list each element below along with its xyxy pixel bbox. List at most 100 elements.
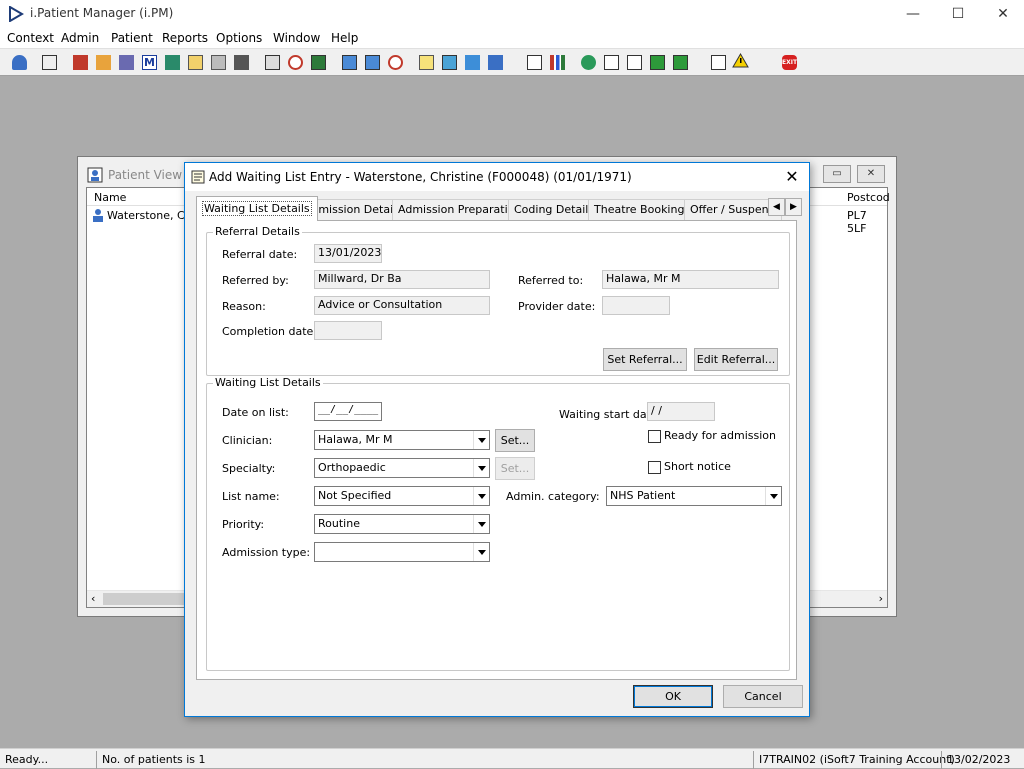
list-name-label: List name: [222,490,280,503]
bed-icon[interactable] [485,52,506,73]
chevron-down-icon[interactable] [473,487,489,505]
ok-button[interactable]: OK [633,685,713,708]
patient-icon[interactable] [9,52,30,73]
clinician-select[interactable]: Halawa, Mr M [314,430,490,450]
provider-date-label: Provider date: [518,300,596,313]
referred-to-label: Referred to: [518,274,584,287]
app-title: i.Patient Manager (i.PM) [30,6,174,20]
waiting-list-details-group: Waiting List Details Date on list: __/__… [206,376,790,671]
search-icon[interactable] [262,52,283,73]
priority-select[interactable]: Routine [314,514,490,534]
admin-category-select[interactable]: NHS Patient [606,486,782,506]
tab-waiting-list-details[interactable]: Waiting List Details [196,196,318,221]
menu-bar: Context Admin Patient Reports Options Wi… [0,28,1024,48]
globe-icon[interactable] [578,52,599,73]
monitor-icon[interactable] [308,52,329,73]
reports-icon[interactable] [116,52,137,73]
column-name[interactable]: Name [94,191,126,204]
menu-admin[interactable]: Admin [61,31,99,45]
chevron-down-icon[interactable] [473,543,489,561]
arrow-icon[interactable] [670,52,691,73]
menu-reports[interactable]: Reports [162,31,208,45]
waiting-list-details-title: Waiting List Details [213,376,323,389]
menu-window[interactable]: Window [273,31,320,45]
check-list-icon[interactable] [601,52,622,73]
person-icon[interactable] [162,52,183,73]
add-waiting-list-dialog: Add Waiting List Entry - Waterstone, Chr… [184,162,810,717]
note-icon [191,170,205,184]
menu-options[interactable]: Options [216,31,262,45]
tab-scroll-left-button[interactable]: ◀ [768,198,785,216]
date-on-list-input[interactable]: __/__/____ [314,402,382,421]
scroll-right-icon[interactable]: › [879,592,883,605]
referred-by-field: Millward, Dr Ba [314,270,490,289]
patient-count: No. of patients is 1 [96,751,747,769]
short-notice-checkbox[interactable] [648,461,661,474]
close-button[interactable]: ✕ [981,2,1024,26]
scroll-left-icon[interactable]: ‹ [91,592,95,605]
tab-scroll-right-button[interactable]: ▶ [785,198,802,216]
chevron-down-icon[interactable] [473,459,489,477]
chart-icon[interactable] [362,52,383,73]
tab-theatre-bookings[interactable]: Theatre Bookings [588,199,697,220]
admin-category-label: Admin. category: [506,490,600,503]
print-icon[interactable] [39,52,60,73]
chevron-down-icon[interactable] [765,487,781,505]
referred-by-label: Referred by: [222,274,289,287]
dialog-close-button[interactable]: ✕ [779,165,805,189]
status-text: Ready... [5,753,49,766]
cancel-button[interactable]: Cancel [723,685,803,708]
edit-icon[interactable] [93,52,114,73]
ready-for-admission-checkbox[interactable] [648,430,661,443]
bar-chart-icon[interactable] [547,52,568,73]
dialog-title: Add Waiting List Entry - Waterstone, Chr… [209,170,632,184]
provider-date-field [602,296,670,315]
tick-icon[interactable] [624,52,645,73]
edit-referral-button[interactable]: Edit Referral... [694,348,778,371]
calendar-icon[interactable] [208,52,229,73]
specialty-label: Specialty: [222,462,276,475]
account-info: I7TRAIN02 (iSoft7 Training Account) [753,751,955,769]
list-name-select[interactable]: Not Specified [314,486,490,506]
patient-view-restore-button[interactable]: ▭ [823,165,851,183]
patient-view-close-button[interactable]: ✕ [857,165,885,183]
m-icon[interactable]: M [139,52,160,73]
book-icon[interactable] [70,52,91,73]
warning-icon[interactable] [731,52,752,73]
approve-icon[interactable] [647,52,668,73]
column-postcode[interactable]: Postcod [847,191,890,204]
admission-type-label: Admission type: [222,546,311,559]
screen-icon[interactable] [339,52,360,73]
patient-postcode: PL7 5LF [847,209,867,235]
list-icon[interactable] [439,52,460,73]
maximize-button[interactable]: ☐ [936,2,980,26]
note-icon[interactable] [416,52,437,73]
timer-icon[interactable] [385,52,406,73]
admission-type-select[interactable] [314,542,490,562]
set-referral-button[interactable]: Set Referral... [603,348,687,371]
camera-icon[interactable] [231,52,252,73]
clinician-set-button[interactable]: Set... [495,429,535,452]
menu-context[interactable]: Context [7,31,54,45]
specialty-select[interactable]: Orthopaedic [314,458,490,478]
transfer-icon[interactable] [462,52,483,73]
reason-label: Reason: [222,300,266,313]
exit-icon[interactable]: EXIT [779,52,800,73]
swap-icon[interactable] [708,52,729,73]
tab-coding-details[interactable]: Coding Details [508,199,601,220]
chevron-down-icon[interactable] [473,431,489,449]
clock-icon[interactable] [285,52,306,73]
menu-help[interactable]: Help [331,31,358,45]
specialty-set-button[interactable]: Set... [495,457,535,480]
document-icon[interactable] [185,52,206,73]
priority-label: Priority: [222,518,265,531]
waiting-start-date-field: / / [647,402,715,421]
chevron-down-icon[interactable] [473,515,489,533]
minimize-button[interactable]: — [891,2,935,26]
scroll-thumb[interactable] [103,593,193,605]
completion-date-field [314,321,382,340]
ready-for-admission-label: Ready for admission [664,429,776,442]
tab-offer-suspend[interactable]: Offer / Suspend [684,199,782,220]
menu-patient[interactable]: Patient [111,31,153,45]
page-icon[interactable] [524,52,545,73]
